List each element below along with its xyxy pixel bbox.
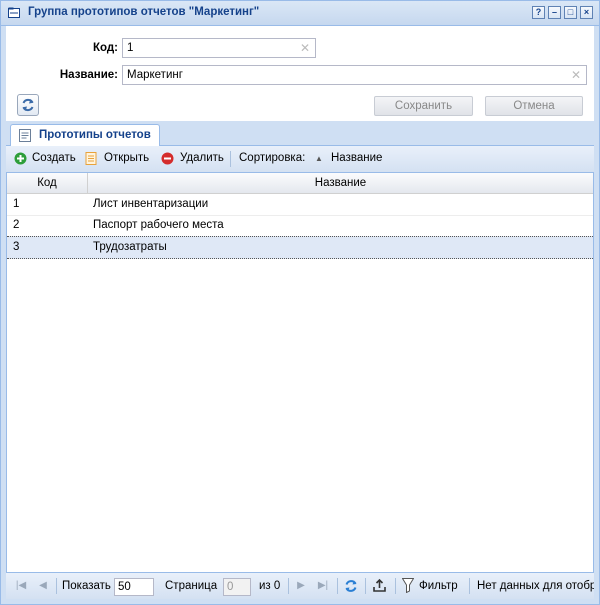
title-bar[interactable]: Группа прототипов отчетов "Маркетинг" ? …	[1, 1, 599, 26]
refresh-button[interactable]	[17, 94, 39, 116]
filter-button[interactable]: Фильтр	[419, 580, 458, 592]
pager-separator	[337, 578, 338, 594]
open-icon	[85, 152, 97, 165]
last-page-icon[interactable]: ▶|	[316, 579, 330, 593]
column-header-name[interactable]: Название	[88, 173, 593, 193]
page-number-input[interactable]: 0	[223, 578, 251, 596]
name-value: Маркетинг	[127, 69, 183, 81]
edit-form: Код: 1 ✕ Название: Маркетинг ✕ Сохранить…	[6, 26, 594, 121]
create-button[interactable]: Создать	[32, 152, 76, 164]
next-page-icon[interactable]: ▶	[294, 579, 308, 593]
tab-strip: Прототипы отчетов	[6, 121, 594, 146]
grid-toolbar: Создать Открыть Удалить Сортировка: ▲ На…	[6, 146, 594, 173]
table-row[interactable]: 1 Лист инвентаризации	[7, 194, 593, 216]
minimize-button[interactable]: –	[548, 6, 561, 19]
close-button[interactable]: ×	[580, 6, 593, 19]
window-icon	[8, 7, 20, 18]
save-button[interactable]: Сохранить	[374, 96, 473, 116]
row-code: 2	[13, 219, 20, 231]
sort-asc-icon: ▲	[315, 154, 323, 163]
window-title: Группа прототипов отчетов "Маркетинг"	[28, 6, 260, 18]
row-code: 3	[13, 241, 20, 253]
show-label: Показать	[62, 580, 111, 592]
delete-icon	[161, 152, 174, 165]
create-icon	[14, 152, 27, 165]
cancel-button[interactable]: Отмена	[485, 96, 583, 116]
tab-label: Прототипы отчетов	[39, 129, 151, 141]
open-button[interactable]: Открыть	[104, 152, 149, 164]
window-body: Код: 1 ✕ Название: Маркетинг ✕ Сохранить…	[6, 26, 594, 599]
help-button[interactable]: ?	[532, 6, 545, 19]
paging-toolbar: |◀ ◀ Показать 50 Страница 0 из 0 ▶ ▶| Фи…	[6, 572, 594, 599]
name-label: Название:	[59, 69, 118, 81]
tab-report-prototypes[interactable]: Прототипы отчетов	[10, 124, 160, 146]
report-icon	[19, 129, 31, 142]
pager-separator	[469, 578, 470, 594]
sort-label: Сортировка:	[239, 152, 306, 164]
row-name: Лист инвентаризации	[93, 198, 209, 210]
row-name: Паспорт рабочего места	[93, 219, 224, 231]
code-label: Код:	[92, 42, 118, 54]
clear-name-icon[interactable]: ✕	[571, 68, 581, 82]
prev-page-icon[interactable]: ◀	[36, 579, 50, 593]
page-label: Страница	[165, 580, 218, 592]
sort-name-button[interactable]: Название	[331, 152, 382, 164]
export-icon[interactable]	[372, 578, 387, 593]
table-row-selected[interactable]: 3 Трудозатраты	[7, 236, 593, 259]
page-size-input[interactable]: 50	[114, 578, 154, 596]
refresh-icon	[22, 98, 34, 112]
clear-code-icon[interactable]: ✕	[300, 41, 310, 55]
filter-icon	[402, 578, 414, 593]
row-code: 1	[13, 198, 20, 210]
pager-separator	[395, 578, 396, 594]
delete-button[interactable]: Удалить	[180, 152, 224, 164]
page-count: из 0	[259, 580, 281, 592]
first-page-icon[interactable]: |◀	[14, 579, 28, 593]
dialog-window: Группа прототипов отчетов "Маркетинг" ? …	[0, 0, 600, 605]
grid-header: Код Название	[7, 173, 593, 194]
name-field[interactable]: Маркетинг ✕	[122, 65, 587, 85]
row-name: Трудозатраты	[93, 241, 167, 253]
prototypes-grid: Код Название 1 Лист инвентаризации 2 Пас…	[6, 173, 594, 573]
paging-status: Нет данных для отобра	[477, 580, 594, 592]
pager-separator	[288, 578, 289, 594]
table-row[interactable]: 2 Паспорт рабочего места	[7, 215, 593, 237]
code-value: 1	[127, 42, 134, 54]
code-field[interactable]: 1 ✕	[122, 38, 316, 58]
pager-separator	[56, 578, 57, 594]
column-header-code[interactable]: Код	[7, 173, 88, 193]
pager-separator	[365, 578, 366, 594]
maximize-button[interactable]: □	[564, 6, 577, 19]
toolbar-separator	[230, 151, 231, 167]
reload-icon[interactable]	[343, 578, 359, 594]
